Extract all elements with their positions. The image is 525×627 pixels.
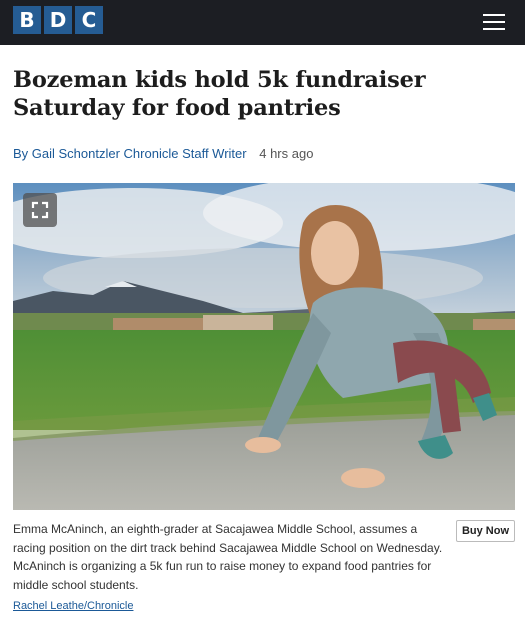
article-photo[interactable]	[13, 183, 515, 510]
menu-line	[483, 28, 505, 30]
hamburger-menu-icon[interactable]	[480, 12, 508, 32]
byline: By Gail Schontzler Chronicle Staff Write…	[13, 146, 313, 162]
top-nav-bar: B D C	[0, 0, 525, 45]
menu-line	[483, 14, 505, 16]
logo-letter-d: D	[44, 6, 72, 34]
expand-fullscreen-icon[interactable]	[23, 193, 57, 227]
photo-image	[13, 183, 515, 510]
logo-letter-c: C	[75, 6, 103, 34]
author-link[interactable]: By Gail Schontzler Chronicle Staff Write…	[13, 146, 247, 161]
buy-now-button[interactable]: Buy Now	[456, 520, 515, 542]
photo-credit-link[interactable]: Rachel Leathe/Chronicle	[13, 599, 133, 613]
bdc-logo[interactable]: B D C	[13, 6, 103, 34]
photo-caption: Emma McAninch, an eighth-grader at Sacaj…	[13, 522, 443, 592]
menu-line	[483, 21, 505, 23]
expand-glyph	[31, 201, 49, 219]
publish-time: 4 hrs ago	[259, 146, 314, 161]
logo-letter-b: B	[13, 6, 41, 34]
article-headline: Bozeman kids hold 5k fundraiser Saturday…	[13, 67, 426, 121]
